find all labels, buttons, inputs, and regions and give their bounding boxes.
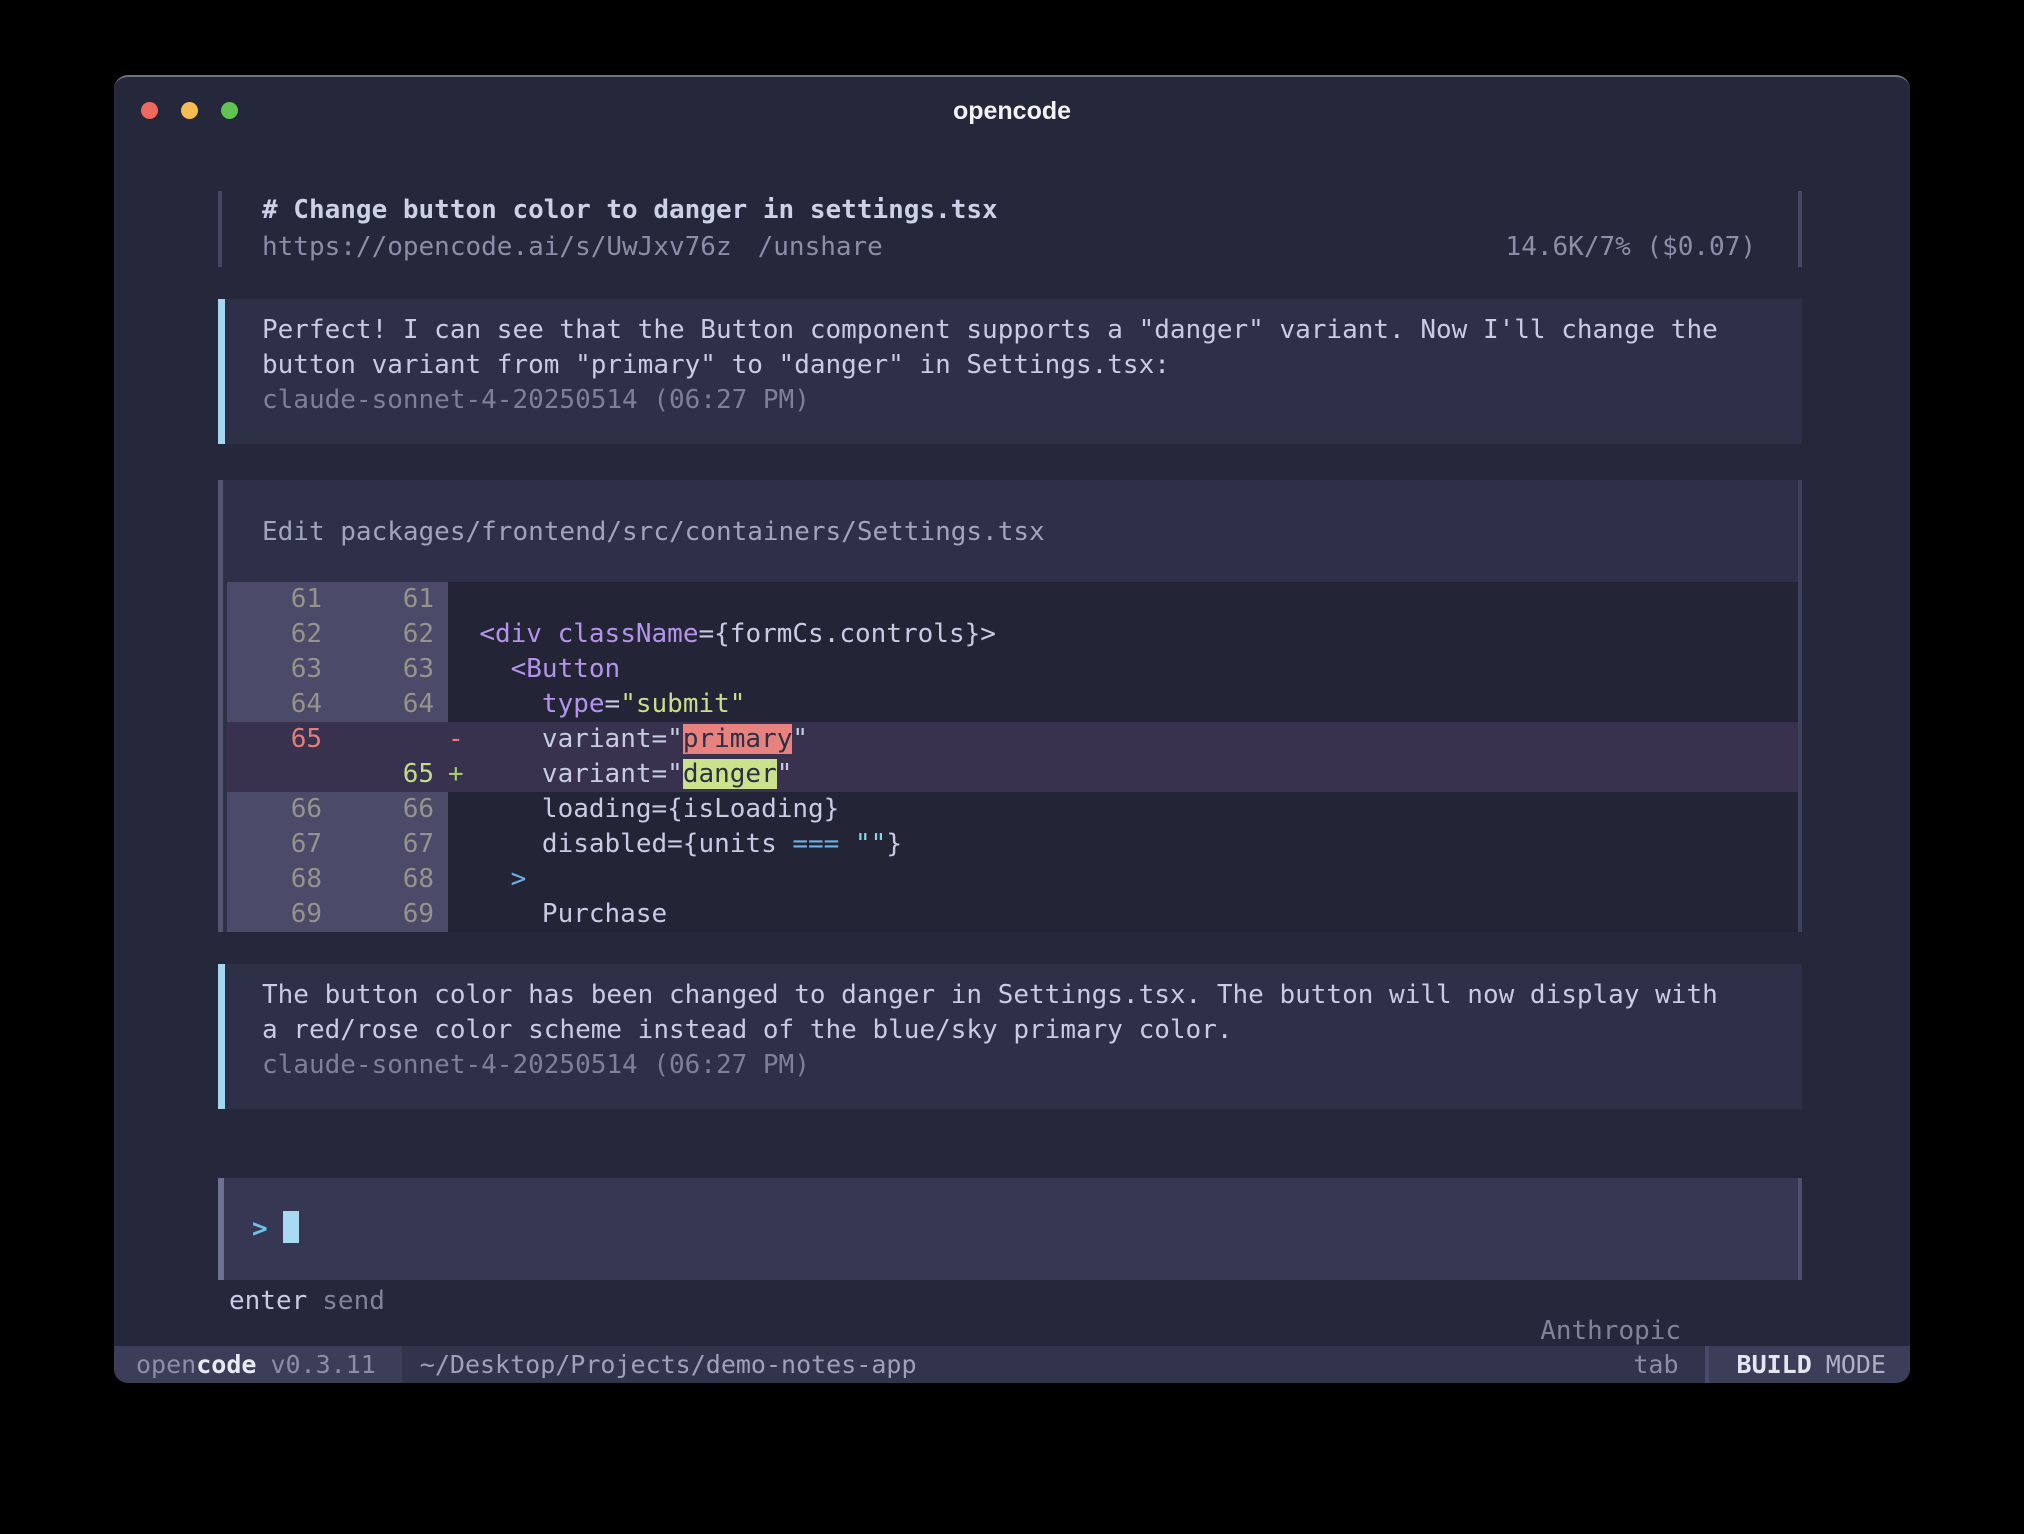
statusbar-right: tab BUILD MODE: [1633, 1346, 1910, 1383]
diff-row: 6464 type="submit": [227, 687, 1798, 722]
message-text-line: button variant from "primary" to "danger…: [262, 348, 1772, 383]
status-bar: opencode v0.3.11 ~/Desktop/Projects/demo…: [114, 1346, 1910, 1383]
diff-row: 65- variant="primary": [227, 722, 1798, 757]
app-name-open: open: [136, 1350, 196, 1379]
app-name-code: code: [196, 1350, 256, 1379]
session-title: # Change button color to danger in setti…: [262, 191, 1798, 229]
token-cost-stats: 14.6K/7% ($0.07): [1506, 229, 1798, 265]
share-url[interactable]: https://opencode.ai/s/UwJxv76z: [262, 229, 732, 265]
mode-name: BUILD: [1737, 1350, 1812, 1379]
app-version: v0.3.11: [270, 1350, 375, 1379]
diff-row: 65+ variant="danger": [227, 757, 1798, 792]
unshare-command[interactable]: /unshare: [758, 229, 883, 265]
mode-label: MODE: [1826, 1350, 1886, 1379]
diff-row: 6363 <Button: [227, 652, 1798, 687]
app-window: opencode # Change button color to danger…: [114, 75, 1910, 1383]
enter-key-hint: enter: [229, 1286, 307, 1346]
app-version-chip: opencode v0.3.11: [114, 1346, 402, 1383]
diff-rows: 61616262 <div className={formCs.controls…: [223, 582, 1798, 932]
hint-row: enter send Anthropic Claude Sonnet 4: [218, 1286, 1802, 1346]
session-subheader: https://opencode.ai/s/UwJxv76z /unshare …: [262, 229, 1798, 265]
assistant-message: The button color has been changed to dan…: [218, 964, 1802, 1109]
working-directory: ~/Desktop/Projects/demo-notes-app: [420, 1350, 917, 1379]
screen: opencode # Change button color to danger…: [0, 0, 2024, 1534]
model-provider: Anthropic: [1540, 1316, 1681, 1346]
prompt-symbol: >: [252, 1214, 268, 1244]
model-indicator: Anthropic Claude Sonnet 4: [1384, 1286, 1790, 1346]
edit-tool-card: Edit packages/frontend/src/containers/Se…: [218, 480, 1802, 932]
window-title: opencode: [114, 97, 1910, 126]
diff-row: 6969 Purchase: [227, 897, 1798, 932]
diff-row: 6161: [227, 582, 1798, 617]
session-view: # Change button color to danger in setti…: [114, 143, 1910, 1346]
message-model-timestamp: claude-sonnet-4-20250514 (06:27 PM): [262, 383, 1772, 418]
message-model-timestamp: claude-sonnet-4-20250514 (06:27 PM): [262, 1048, 1772, 1083]
edit-tool-title: Edit packages/frontend/src/containers/Se…: [223, 480, 1798, 582]
diff-row: 6868 >: [227, 862, 1798, 897]
titlebar: opencode: [114, 77, 1910, 143]
send-action-label: send: [322, 1286, 385, 1346]
assistant-message: Perfect! I can see that the Button compo…: [218, 299, 1802, 444]
mode-indicator[interactable]: BUILD MODE: [1709, 1346, 1910, 1383]
prompt-input[interactable]: >: [218, 1178, 1802, 1280]
diff-row: 6262 <div className={formCs.controls}>: [227, 617, 1798, 652]
message-text-line: The button color has been changed to dan…: [262, 978, 1772, 1013]
message-text-line: Perfect! I can see that the Button compo…: [262, 313, 1772, 348]
tab-key-hint: tab: [1633, 1350, 1678, 1379]
message-text-line: a red/rose color scheme instead of the b…: [262, 1013, 1772, 1048]
diff-row: 6666 loading={isLoading}: [227, 792, 1798, 827]
text-cursor: [283, 1211, 299, 1243]
diff-row: 6767 disabled={units === ""}: [227, 827, 1798, 862]
session-header: # Change button color to danger in setti…: [218, 191, 1802, 267]
